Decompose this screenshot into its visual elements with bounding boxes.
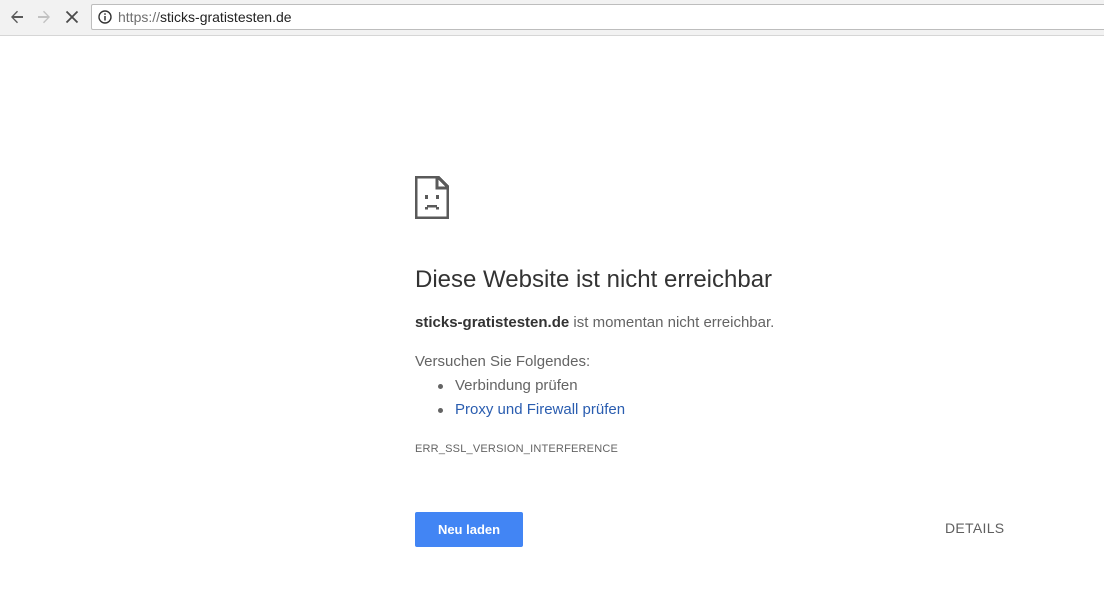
suggestions-list: Verbindung prüfen Proxy und Firewall prü… xyxy=(415,376,625,424)
address-bar[interactable]: https://sticks-gratistesten.de xyxy=(91,4,1104,30)
close-icon xyxy=(65,10,79,24)
suggestion-text: Verbindung prüfen xyxy=(455,377,578,394)
error-subtitle: sticks-gratistesten.de ist momentan nich… xyxy=(415,314,774,331)
browser-toolbar: https://sticks-gratistesten.de xyxy=(0,0,1104,36)
url-text[interactable]: https://sticks-gratistesten.de xyxy=(118,9,292,26)
sad-document-icon xyxy=(415,176,449,219)
suggestions-heading: Versuchen Sie Folgendes: xyxy=(415,353,591,370)
stop-loading-button[interactable] xyxy=(61,6,83,28)
info-icon[interactable] xyxy=(98,10,112,24)
arrow-right-icon xyxy=(38,10,50,24)
error-code: ERR_SSL_VERSION_INTERFERENCE xyxy=(415,443,619,455)
proxy-firewall-link[interactable]: Proxy und Firewall prüfen xyxy=(455,401,625,418)
url-host: sticks-gratistesten.de xyxy=(160,9,292,25)
bullet-icon xyxy=(438,384,443,389)
details-button[interactable]: DETAILS xyxy=(945,520,1004,536)
error-subtitle-text: ist momentan nicht erreichbar. xyxy=(569,314,775,331)
bullet-icon xyxy=(438,408,443,413)
url-scheme: https:// xyxy=(118,9,161,25)
suggestion-item: Proxy und Firewall prüfen xyxy=(415,400,625,424)
back-button[interactable] xyxy=(6,6,28,28)
suggestion-item: Verbindung prüfen xyxy=(415,376,625,400)
forward-button[interactable] xyxy=(33,6,55,28)
error-title: Diese Website ist nicht erreichbar xyxy=(415,266,773,293)
reload-button[interactable]: Neu laden xyxy=(415,512,523,547)
arrow-left-icon xyxy=(11,10,23,24)
error-host: sticks-gratistesten.de xyxy=(415,314,570,331)
